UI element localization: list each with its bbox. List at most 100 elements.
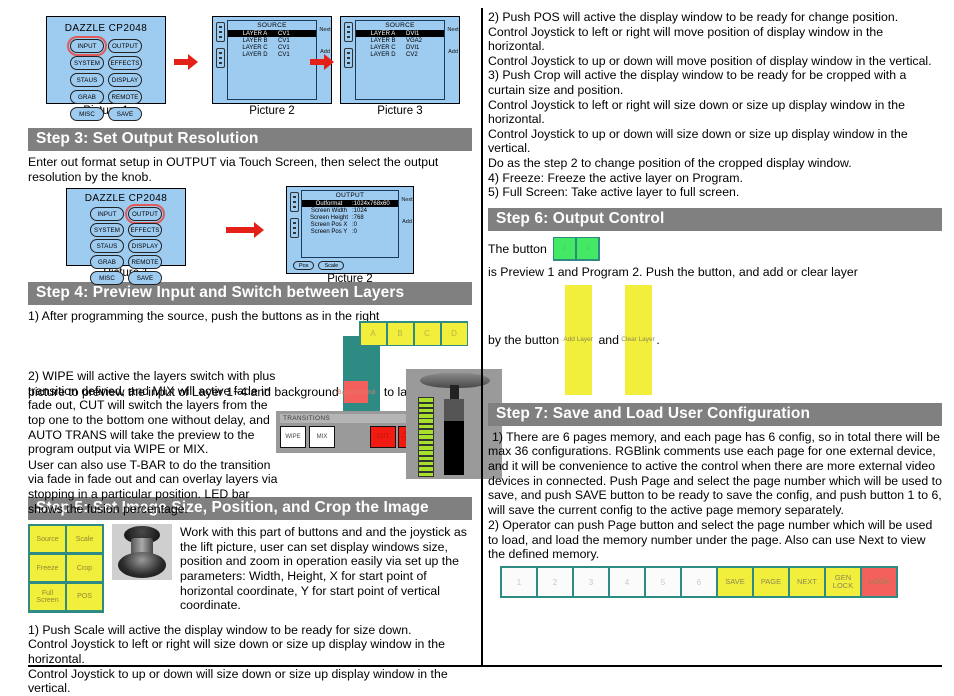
menu-row-key: LAYER C <box>370 44 396 51</box>
menu-row[interactable]: Screen Pos X :0 <box>302 221 398 228</box>
save-button[interactable]: SAVE <box>718 568 752 597</box>
menu-body: SOURCE LAYER A CV1 LAYER B CV1 LAYER C C… <box>227 17 319 103</box>
knob-icon[interactable] <box>289 218 299 239</box>
cut-button[interactable]: CUT <box>370 426 396 449</box>
knob-icon[interactable] <box>215 22 225 42</box>
lcd-footer-button-pos[interactable]: Pos <box>293 261 315 271</box>
diagram-picture-3: SOURCE LAYER A DVI1 LAYER B VGA2 LAYER C <box>340 16 460 117</box>
step3-text: Enter out format setup in OUTPUT via Tou… <box>28 155 439 184</box>
scale-button[interactable]: Scale <box>67 526 102 553</box>
lcd-footer-button-scale[interactable]: Scale <box>318 261 345 271</box>
preview-button-1[interactable]: 1 <box>554 238 576 260</box>
menu-row[interactable]: LAYER D CV1 <box>228 51 316 58</box>
wipe-button[interactable]: WIPE <box>280 426 306 449</box>
lcd-home-screen: DAZZLE CP2048 INPUT OUTPUT SYSTEM EFFECT… <box>46 16 166 121</box>
lcd-button-remote[interactable]: REMOTE <box>128 255 162 270</box>
lcd-button-output[interactable]: OUTPUT <box>108 39 142 53</box>
picture-caption: Picture 3 <box>377 105 423 117</box>
knob-icon[interactable] <box>343 22 353 42</box>
menu-row[interactable]: LAYER A DVI1 <box>356 30 444 37</box>
diagram-picture-1: DAZZLE CP2048 INPUT OUTPUT SYSTEM EFFECT… <box>46 16 166 121</box>
menu-row-value: :768 <box>352 214 364 221</box>
lock-button[interactable]: LOCK <box>862 568 896 597</box>
lcd-button-system[interactable]: SYSTEM <box>90 223 124 238</box>
lcd-button-misc[interactable]: MISC <box>70 107 104 121</box>
layer-button-d[interactable]: D <box>441 322 467 345</box>
lcd-button-misc[interactable]: MISC <box>90 271 124 286</box>
menu-row[interactable]: LAYER C DVI1 <box>356 44 444 51</box>
right-line-5: Control Joystick to left or right will s… <box>488 97 905 127</box>
lcd-button-effects[interactable]: EFFECTS <box>128 223 162 238</box>
lcd-button-grab[interactable]: GRAB <box>90 255 124 270</box>
memory-button-3[interactable]: 3 <box>574 568 608 597</box>
gen-lock-button[interactable]: GEN LOCK <box>826 568 860 597</box>
knob-column[interactable] <box>287 187 301 261</box>
menu-row[interactable]: Screen Pos Y :0 <box>302 228 398 235</box>
lcd-title: DAZZLE CP2048 <box>64 23 148 34</box>
menu-row-key: Outformat <box>315 200 343 207</box>
menu-row[interactable]: LAYER A CV1 <box>228 30 316 37</box>
pos-button[interactable]: POS <box>67 583 102 610</box>
lcd-button-system[interactable]: SYSTEM <box>70 56 104 70</box>
step6-line1-suffix: is Preview 1 and Program 2. Push the but… <box>488 264 858 279</box>
menu-row[interactable]: Screen Width :1024 <box>302 207 398 214</box>
mix-button[interactable]: MIX <box>309 426 335 449</box>
lcd-button-input[interactable]: INPUT <box>67 36 107 56</box>
menu-row-key: LAYER D <box>370 51 396 58</box>
menu-row[interactable]: LAYER B CV1 <box>228 37 316 44</box>
right-line-4: 3) Push Crop will active the display win… <box>488 68 907 97</box>
add-layer-button[interactable]: Add Layer <box>563 284 593 395</box>
output-button-row: 1 2 <box>552 236 600 261</box>
layer-button-a[interactable]: A <box>360 322 386 345</box>
page-button[interactable]: PAGE <box>754 568 788 597</box>
side-label-next: Next <box>319 27 331 33</box>
menu-row[interactable]: Outformat :1024x768x60 <box>302 200 398 208</box>
t-bar-slot[interactable] <box>444 399 464 476</box>
menu-row-key: Screen Pos X <box>310 221 348 228</box>
menu-row[interactable]: LAYER B VGA2 <box>356 37 444 44</box>
image-control-pad: Source Scale Freeze Crop Full Screen POS <box>28 524 104 613</box>
next-button[interactable]: NEXT <box>790 568 824 597</box>
menu-row[interactable]: LAYER C CV1 <box>228 44 316 51</box>
clear-layer-button[interactable]: Clear Layer <box>621 284 655 395</box>
step5-line-1: 1) Push Scale will active the display wi… <box>28 622 412 637</box>
menu-row-value: CV1 <box>278 37 290 44</box>
lcd-button-staus[interactable]: STAUS <box>90 239 124 254</box>
lcd-button-input[interactable]: INPUT <box>90 207 124 222</box>
menu-row[interactable]: Screen Height :768 <box>302 214 398 221</box>
lcd-button-output[interactable]: OUTPUT <box>125 204 165 225</box>
lcd-button-save[interactable]: SAVE <box>128 271 162 286</box>
lcd-button-effects[interactable]: EFFECTS <box>108 56 142 70</box>
lcd-button-staus[interactable]: STAUS <box>70 73 104 87</box>
lcd-button-grab[interactable]: GRAB <box>70 90 104 104</box>
source-button[interactable]: Source <box>30 526 65 553</box>
lcd-button-display[interactable]: DISPLAY <box>108 73 142 87</box>
knob-column[interactable] <box>213 17 227 103</box>
program-button-2[interactable]: 2 <box>577 238 599 260</box>
menu-row-key: Screen Width <box>310 207 347 214</box>
memory-button-4[interactable]: 4 <box>610 568 644 597</box>
knob-column[interactable] <box>341 17 355 103</box>
memory-button-5[interactable]: 5 <box>646 568 680 597</box>
joystick[interactable] <box>112 524 172 581</box>
side-label-next: Next <box>447 27 459 33</box>
menu-side-labels: Next Add <box>447 17 459 103</box>
knob-icon[interactable] <box>215 48 225 68</box>
menu-body: OUTPUT Outformat :1024x768x60 Screen Wid… <box>301 187 401 261</box>
menu-row-key: Screen Height <box>309 214 349 221</box>
lcd-button-remote[interactable]: REMOTE <box>108 90 142 104</box>
menu-row[interactable]: LAYER D CV2 <box>356 51 444 58</box>
memory-button-6[interactable]: 6 <box>682 568 716 597</box>
side-label-add: Add <box>402 219 412 226</box>
memory-button-1[interactable]: 1 <box>502 568 536 597</box>
full-screen-button[interactable]: Full Screen <box>30 583 65 610</box>
knob-icon[interactable] <box>289 192 299 213</box>
crop-button[interactable]: Crop <box>67 555 102 582</box>
layer-button-c[interactable]: C <box>414 322 440 345</box>
layer-button-b[interactable]: B <box>387 322 413 345</box>
lcd-button-save[interactable]: SAVE <box>108 107 142 121</box>
freeze-button[interactable]: Freeze <box>30 555 65 582</box>
knob-icon[interactable] <box>343 48 353 68</box>
memory-button-2[interactable]: 2 <box>538 568 572 597</box>
lcd-button-display[interactable]: DISPLAY <box>128 239 162 254</box>
